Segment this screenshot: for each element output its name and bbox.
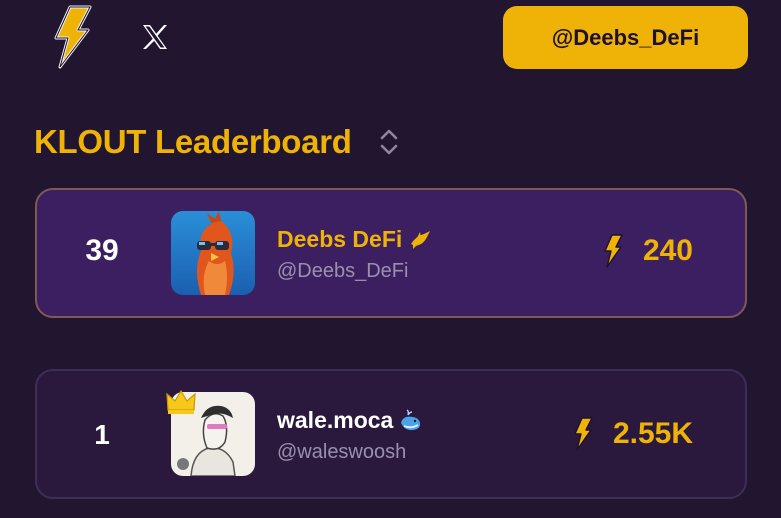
- user-handle-button[interactable]: @Deebs_DeFi: [503, 6, 748, 69]
- bird-badge-icon: [411, 230, 431, 249]
- crown-icon: [166, 389, 196, 414]
- score: 2.55K: [571, 417, 693, 451]
- user-name[interactable]: wale.moca: [277, 407, 393, 434]
- user-name[interactable]: Deebs DeFi: [277, 226, 402, 253]
- avatar[interactable]: [171, 211, 255, 295]
- top-bar: @Deebs_DeFi: [0, 0, 781, 90]
- rank-number: 1: [94, 419, 110, 450]
- user-handle: @Deebs_DeFi: [277, 260, 409, 282]
- leaderboard-row-current-user[interactable]: 39 Deebs DeFi @Deebs_DeFi 240: [35, 188, 747, 318]
- name-row: wale.moca: [277, 407, 423, 434]
- name-row: Deebs DeFi: [277, 226, 432, 253]
- score-value: 240: [642, 234, 693, 267]
- leaderboard-row[interactable]: 1 wale.moca @waleswoosh 2.55K: [35, 369, 747, 499]
- page-title: KLOUT Leaderboard: [34, 123, 352, 160]
- score: 240: [601, 234, 693, 268]
- leaderboard-header: KLOUT Leaderboard: [34, 118, 400, 166]
- lightning-bolt-icon[interactable]: [48, 4, 94, 70]
- rank-number: 39: [85, 234, 119, 267]
- whale-emoji-icon: [401, 408, 421, 430]
- lightning-bolt-icon: [604, 234, 623, 268]
- x-logo-icon[interactable]: [138, 20, 172, 54]
- sort-toggle-icon[interactable]: [378, 126, 400, 158]
- score-value: 2.55K: [612, 417, 693, 450]
- user-handle: @waleswoosh: [277, 441, 407, 463]
- lightning-bolt-icon: [574, 417, 593, 451]
